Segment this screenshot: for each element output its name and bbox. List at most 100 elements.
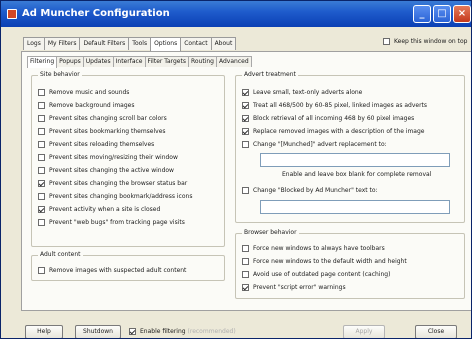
blocked-text-input[interactable] <box>260 200 450 214</box>
app-icon <box>7 9 17 19</box>
checkbox-box[interactable] <box>129 328 136 335</box>
checkbox-row[interactable]: Remove images with suspected adult conte… <box>38 266 186 275</box>
checkbox-row[interactable]: Prevent sites bookmarking themselves <box>38 127 166 136</box>
checkbox-row[interactable]: Prevent sites reloading themselves <box>38 140 154 149</box>
checkbox-row[interactable]: Prevent sites changing the active window <box>38 166 174 175</box>
checkbox-box[interactable] <box>38 128 45 135</box>
adult-content-title: Adult content <box>38 251 83 258</box>
checkbox-box[interactable] <box>242 258 249 265</box>
tab-my-filters[interactable]: My Filters <box>43 37 81 50</box>
blank-removal-hint: Enable and leave box blank for complete … <box>282 171 432 178</box>
checkbox-row[interactable]: Prevent sites changing bookmark/address … <box>38 192 192 201</box>
checkbox-label: Prevent sites changing bookmark/address … <box>49 193 193 200</box>
tab-advanced[interactable]: Advanced <box>215 56 252 67</box>
checkbox-row[interactable]: Prevent activity when a site is closed <box>38 205 160 214</box>
checkbox-label: Treat all 468/500 by 60-85 pixel, linked… <box>253 102 428 109</box>
tab-routing[interactable]: Routing <box>187 56 217 67</box>
tab-updates[interactable]: Updates <box>82 56 114 67</box>
checkbox-label: Prevent sites bookmarking themselves <box>49 128 166 135</box>
apply-button[interactable]: Apply <box>343 325 385 338</box>
checkbox-row[interactable]: Prevent "web bugs" from tracking page vi… <box>38 218 185 227</box>
tab-logs[interactable]: Logs <box>23 37 45 50</box>
tab-filtering[interactable]: Filtering <box>27 56 58 68</box>
checkbox-row[interactable]: Prevent sites changing scroll bar colors <box>38 114 167 123</box>
checkbox-box[interactable] <box>38 206 45 213</box>
checkbox-box[interactable] <box>38 141 45 148</box>
checkbox-box[interactable] <box>242 284 249 291</box>
checkbox-row[interactable]: Prevent "script error" warnings <box>242 283 346 292</box>
checkbox-label: Change "Blocked by Ad Muncher" text to: <box>253 187 378 194</box>
advert-treatment-group: Advert treatment Leave small, text-only … <box>235 71 465 223</box>
checkbox-label: Prevent "script error" warnings <box>253 284 346 291</box>
close-button[interactable]: Close <box>415 325 457 338</box>
checkbox-box[interactable] <box>242 115 249 122</box>
close-icon[interactable]: × <box>453 5 471 23</box>
checkbox-label: Change "[Munched]" advert replacement to… <box>253 141 387 148</box>
checkbox-label: Replace removed images with a descriptio… <box>253 128 425 135</box>
checkbox-box[interactable] <box>242 102 249 109</box>
browser-behavior-group: Browser behavior Force new windows to al… <box>235 229 465 299</box>
checkbox-box[interactable] <box>38 193 45 200</box>
checkbox-row[interactable]: Treat all 468/500 by 60-85 pixel, linked… <box>242 101 427 110</box>
checkbox-box[interactable] <box>242 187 249 194</box>
checkbox-label: Prevent activity when a site is closed <box>49 206 161 213</box>
checkbox-box[interactable] <box>242 271 249 278</box>
checkbox-box[interactable] <box>38 154 45 161</box>
checkbox-box[interactable] <box>38 219 45 226</box>
main-tabs: Logs My Filters Default Filters Tools Option… <box>23 37 237 51</box>
checkbox-box[interactable] <box>38 267 45 274</box>
checkbox-box[interactable] <box>242 128 249 135</box>
maximize-icon[interactable]: □ <box>433 5 451 23</box>
munched-replacement-input[interactable] <box>260 153 450 167</box>
tab-about[interactable]: About <box>210 37 237 50</box>
options-sub-tabs: Filtering Popups Updates Interface Filter Ta… <box>27 56 252 68</box>
checkbox-row[interactable]: Avoid use of outdated page content (cach… <box>242 270 390 279</box>
window-title: Ad Muncher Configuration <box>22 8 170 19</box>
checkbox-row[interactable]: Force new windows to the default width a… <box>242 257 407 266</box>
checkbox-row[interactable]: Remove music and sounds <box>38 88 129 97</box>
tab-default-filters[interactable]: Default Filters <box>79 37 130 50</box>
checkbox-box[interactable] <box>38 102 45 109</box>
tab-filter-targets[interactable]: Filter Targets <box>144 56 189 67</box>
checkbox-label: Force new windows to the default width a… <box>253 258 407 265</box>
checkbox-box[interactable] <box>38 89 45 96</box>
checkbox-row[interactable]: Leave small, text-only adverts alone <box>242 88 362 97</box>
checkbox-label: Force new windows to always have toolbar… <box>253 245 385 252</box>
minimize-icon[interactable]: _ <box>413 5 431 23</box>
change-blocked-checkbox[interactable]: Change "Blocked by Ad Muncher" text to: <box>242 186 378 195</box>
tab-interface[interactable]: Interface <box>112 56 146 67</box>
help-button[interactable]: Help <box>25 325 63 338</box>
checkbox-box[interactable] <box>242 89 249 96</box>
enable-filtering-checkbox[interactable]: Enable filtering (recommended) <box>129 328 236 335</box>
checkbox-label: Block retrieval of all incoming 468 by 6… <box>253 115 415 122</box>
keep-on-top-label: Keep this window on top <box>394 38 468 45</box>
checkbox-box[interactable] <box>383 38 390 45</box>
adult-content-group: Adult content Remove images with suspect… <box>31 251 225 281</box>
checkbox-row[interactable]: Remove background images <box>38 101 134 110</box>
tab-contact[interactable]: Contact <box>180 37 212 50</box>
browser-behavior-title: Browser behavior <box>242 229 299 236</box>
enable-filtering-label: Enable filtering <box>140 328 186 335</box>
checkbox-label: Prevent sites moving/resizing their wind… <box>49 154 178 161</box>
recommended-note: (recommended) <box>187 328 236 335</box>
checkbox-row[interactable]: Block retrieval of all incoming 468 by 6… <box>242 114 414 123</box>
checkbox-box[interactable] <box>38 167 45 174</box>
tab-popups[interactable]: Popups <box>56 56 84 67</box>
checkbox-box[interactable] <box>242 141 249 148</box>
tab-options[interactable]: Options <box>150 37 182 51</box>
change-munched-checkbox[interactable]: Change "[Munched]" advert replacement to… <box>242 140 387 149</box>
checkbox-row[interactable]: Force new windows to always have toolbar… <box>242 244 385 253</box>
checkbox-label: Remove background images <box>49 102 135 109</box>
checkbox-row[interactable]: Prevent sites changing the browser statu… <box>38 179 187 188</box>
checkbox-box[interactable] <box>38 115 45 122</box>
checkbox-label: Remove music and sounds <box>49 89 130 96</box>
shutdown-button[interactable]: Shutdown <box>75 325 121 338</box>
checkbox-box[interactable] <box>38 180 45 187</box>
checkbox-row[interactable]: Prevent sites moving/resizing their wind… <box>38 153 178 162</box>
site-behavior-title: Site behavior <box>38 71 82 78</box>
title-bar[interactable]: Ad Muncher Configuration _ □ × <box>1 1 471 27</box>
checkbox-row[interactable]: Replace removed images with a descriptio… <box>242 127 424 136</box>
keep-on-top-checkbox[interactable]: Keep this window on top <box>383 38 467 45</box>
tab-tools[interactable]: Tools <box>128 37 152 50</box>
checkbox-box[interactable] <box>242 245 249 252</box>
